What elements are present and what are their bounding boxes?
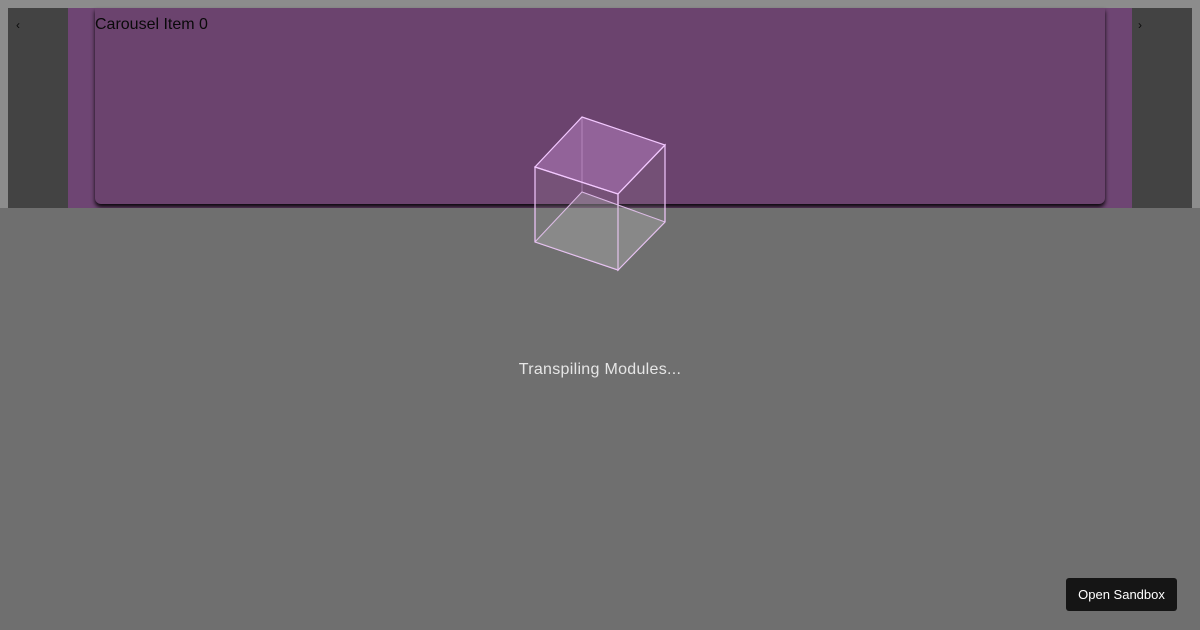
sandbox-preview: ‹ Carousel Item 0 › Transpiling Modules.… [0,0,1200,630]
open-sandbox-button[interactable]: Open Sandbox [1066,578,1177,611]
loading-status-text: Transpiling Modules... [518,361,682,378]
cube-icon [533,116,667,272]
